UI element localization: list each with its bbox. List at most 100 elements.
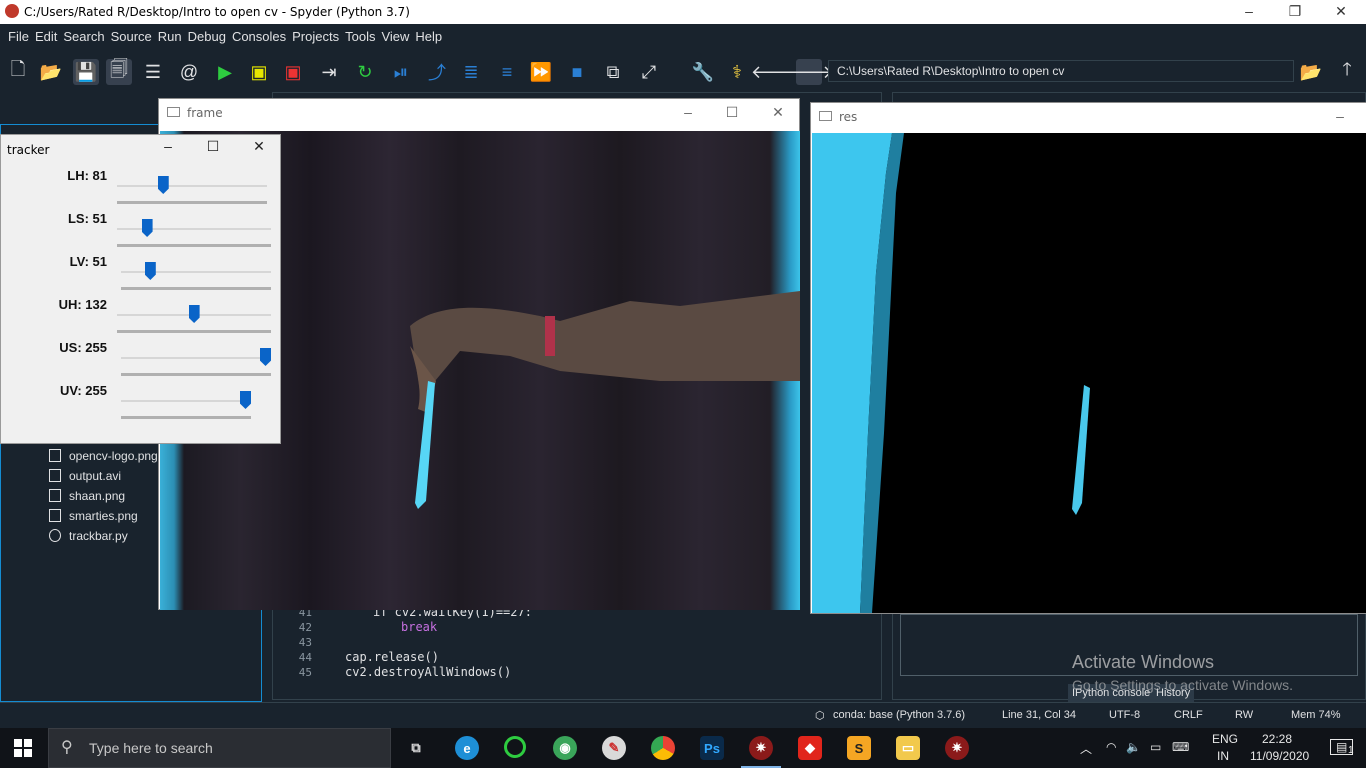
menu-search[interactable]: Search: [60, 24, 107, 50]
continue-icon[interactable]: ⏩: [528, 59, 554, 85]
spyder-secondary-icon[interactable]: ✷: [945, 736, 969, 760]
file-item[interactable]: output.avi: [49, 469, 121, 483]
list-icon[interactable]: ☰: [140, 59, 166, 85]
battery-icon[interactable]: ▭: [1150, 740, 1161, 754]
trackbar-label: LH: 81: [67, 168, 107, 183]
trackbar-track[interactable]: [121, 400, 251, 402]
new-file-icon[interactable]: 🗋: [5, 59, 31, 85]
photoshop-icon[interactable]: Ps: [700, 736, 724, 760]
stop-icon[interactable]: ■: [564, 59, 590, 85]
tracker-close-button[interactable]: ✕: [236, 135, 282, 159]
anydesk-icon[interactable]: ◆: [798, 736, 822, 760]
file-item[interactable]: smarties.png: [49, 509, 138, 523]
run-cell-advance-icon[interactable]: ▣: [280, 59, 306, 85]
code-line[interactable]: cv2.destroyAllWindows(): [345, 665, 511, 679]
trackbar-thumb[interactable]: [141, 219, 153, 237]
working-directory-input[interactable]: C:\Users\Rated R\Desktop\Intro to open c…: [828, 60, 1294, 82]
menu-help[interactable]: Help: [412, 24, 445, 50]
mask-result-image: [812, 133, 1366, 613]
file-item[interactable]: opencv-logo.png: [49, 449, 158, 463]
trackbar-ticks: [121, 287, 271, 290]
taskbar-search-input[interactable]: ⚲ Type here to search: [48, 728, 391, 768]
step-icon[interactable]: ⤴: [424, 59, 450, 85]
menu-file[interactable]: File: [5, 24, 32, 50]
trackbar-row: US: 255: [1, 340, 282, 383]
code-line[interactable]: cap.release(): [345, 650, 439, 664]
line-number: 44: [298, 651, 312, 664]
save-icon[interactable]: 💾: [73, 59, 99, 85]
run-icon[interactable]: ▶: [212, 59, 238, 85]
image-file-icon: [49, 449, 61, 462]
rerun-icon[interactable]: ↻: [352, 59, 378, 85]
step-return-icon[interactable]: ≡: [494, 59, 520, 85]
wifi-icon[interactable]: ◠: [1106, 740, 1116, 754]
menu-edit[interactable]: Edit: [32, 24, 60, 50]
spyder-taskbar-icon[interactable]: ✷: [741, 736, 781, 768]
maximize-pane-icon[interactable]: ⧉: [600, 59, 626, 85]
task-view-icon[interactable]: ⧉: [404, 736, 428, 760]
parent-dir-icon[interactable]: 🡑: [1334, 59, 1360, 85]
trackbar-thumb[interactable]: [260, 348, 271, 366]
menu-tools[interactable]: Tools: [342, 24, 378, 50]
python-path-icon[interactable]: ⚕: [724, 59, 750, 85]
menu-view[interactable]: View: [378, 24, 412, 50]
activation-watermark-subtext: Go to Settings to activate Windows.: [1072, 677, 1293, 693]
close-button[interactable]: ✕: [1318, 0, 1364, 24]
code-line[interactable]: break: [401, 620, 437, 634]
frame-minimize-button[interactable]: –: [665, 101, 711, 125]
debug-icon[interactable]: ⏯: [388, 59, 414, 85]
language-code[interactable]: ENG: [1212, 732, 1238, 746]
browse-folder-icon[interactable]: 📂: [1298, 59, 1324, 85]
sublime-icon[interactable]: S: [847, 736, 871, 760]
trackbar-track[interactable]: [121, 357, 271, 359]
run-cell-icon[interactable]: ▣: [246, 59, 272, 85]
file-item[interactable]: trackbar.py: [49, 529, 128, 543]
tracker-maximize-button[interactable]: ☐: [190, 135, 236, 159]
paint-icon[interactable]: ✎: [602, 736, 626, 760]
frame-maximize-button[interactable]: ☐: [709, 101, 755, 125]
trackbar-ticks: [121, 416, 251, 419]
res-window[interactable]: res –: [810, 102, 1366, 614]
res-minimize-button[interactable]: –: [1317, 105, 1363, 129]
trackbar-track[interactable]: [121, 271, 271, 273]
line-endings: CRLF: [1174, 709, 1203, 721]
minimize-button[interactable]: –: [1226, 0, 1272, 24]
menu-consoles[interactable]: Consoles: [229, 24, 289, 50]
tracker-minimize-button[interactable]: –: [145, 135, 191, 159]
frame-close-button[interactable]: ✕: [755, 101, 801, 125]
file-explorer-icon[interactable]: ▭: [896, 736, 920, 760]
forward-arrow-icon[interactable]: 🡒: [785, 59, 833, 85]
file-item[interactable]: shaan.png: [49, 489, 125, 503]
map-app-icon[interactable]: ◉: [553, 736, 577, 760]
language-region[interactable]: IN: [1217, 749, 1229, 763]
trackbar-thumb[interactable]: [157, 176, 169, 194]
clock-date[interactable]: 11/09/2020: [1250, 749, 1309, 763]
open-file-icon[interactable]: 📂: [38, 59, 64, 85]
clock-time[interactable]: 22:28: [1262, 732, 1292, 746]
trackbar-track[interactable]: [117, 228, 271, 230]
menu-run[interactable]: Run: [155, 24, 185, 50]
menu-debug[interactable]: Debug: [185, 24, 229, 50]
keyboard-icon[interactable]: ⌨: [1172, 740, 1189, 754]
run-selection-icon[interactable]: ⇥: [316, 59, 342, 85]
menu-projects[interactable]: Projects: [289, 24, 342, 50]
trackbar-thumb[interactable]: [240, 391, 251, 409]
trackbar-track[interactable]: [117, 185, 267, 187]
fullscreen-icon[interactable]: ⤢: [636, 59, 662, 85]
chevron-up-icon[interactable]: ︿: [1080, 740, 1092, 757]
volume-icon[interactable]: 🔈: [1126, 740, 1141, 754]
menu-source[interactable]: Source: [108, 24, 155, 50]
step-into-icon[interactable]: ≣: [458, 59, 484, 85]
trackbar-thumb[interactable]: [144, 262, 156, 280]
edge-icon[interactable]: e: [455, 736, 479, 760]
windows-start-icon[interactable]: [14, 739, 32, 757]
tracker-window[interactable]: tracker – ☐ ✕ LH: 81 LS: 51 LV: 51 UH: 132 U…: [0, 134, 281, 444]
res-window-title: res: [839, 110, 858, 124]
trackbar-thumb[interactable]: [188, 305, 200, 323]
restore-button[interactable]: ❐: [1272, 0, 1318, 24]
chrome-icon[interactable]: [651, 736, 675, 760]
wrench-icon[interactable]: 🔧: [690, 59, 716, 85]
green-app-icon[interactable]: [504, 736, 526, 758]
at-icon[interactable]: @: [176, 59, 202, 85]
save-all-icon[interactable]: 🗐: [106, 59, 132, 85]
